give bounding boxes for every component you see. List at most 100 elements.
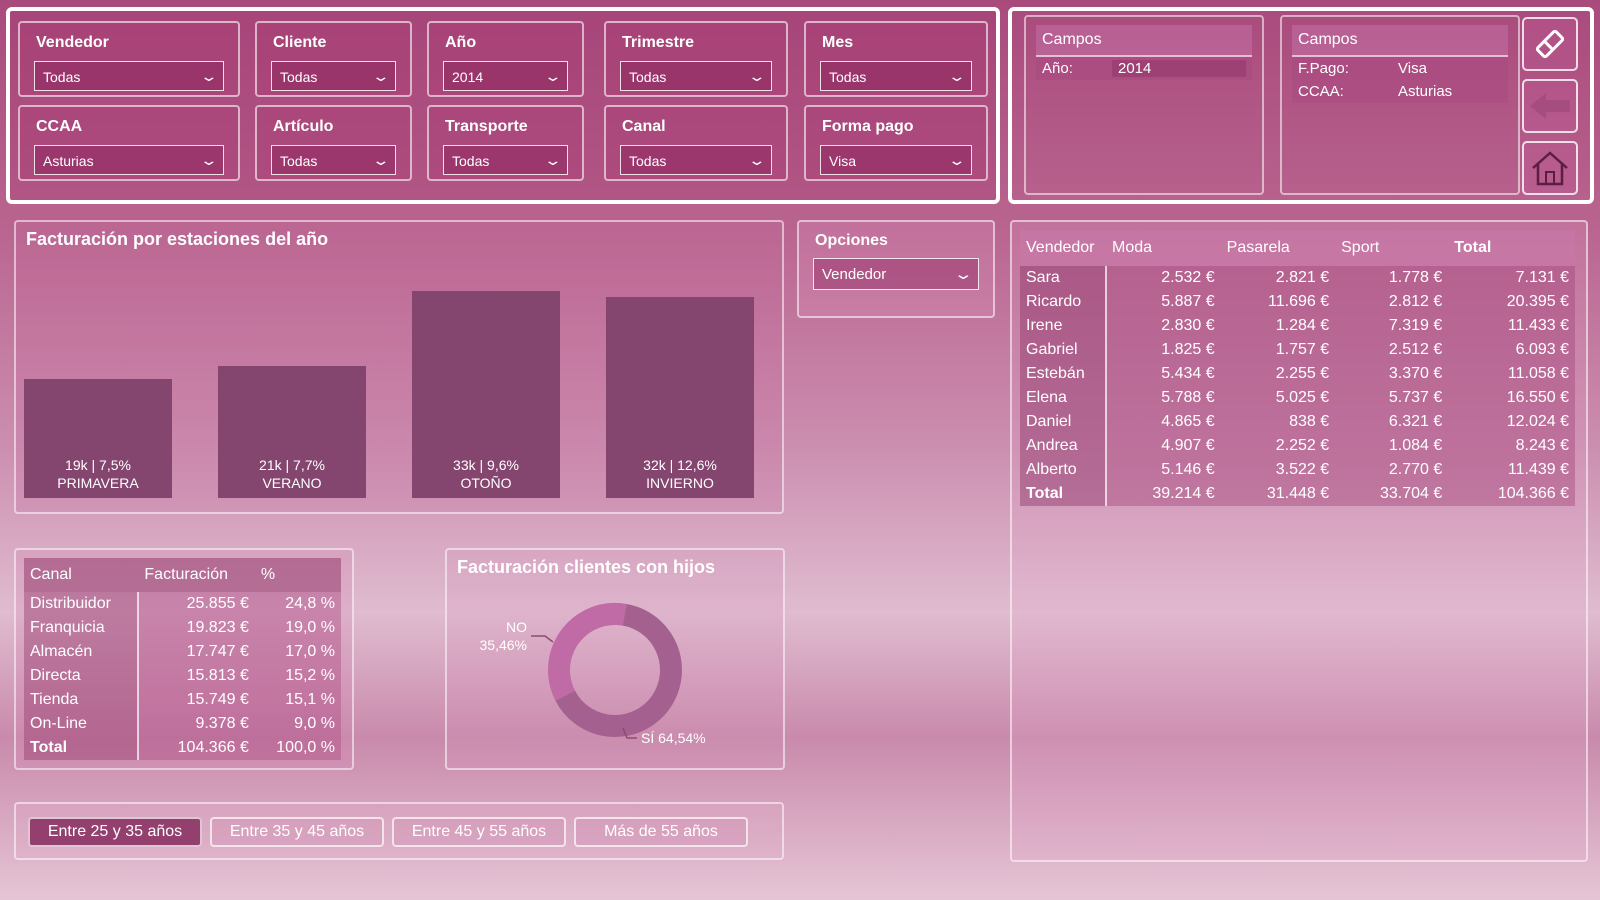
cell-value: 4.865 €: [1106, 410, 1221, 434]
slicer-label: Año: [445, 34, 477, 51]
total-row: Total 104.366 €100,0 %: [24, 736, 341, 760]
options-dropdown[interactable]: Vendedor ⌄: [813, 258, 979, 290]
vendor-name: Ricardo: [1020, 290, 1107, 314]
slicer-transporte: Transporte Todas ⌄: [427, 105, 584, 181]
forma-pago-dropdown[interactable]: Visa ⌄: [820, 145, 972, 175]
bar-category-label: PRIMAVERA: [57, 475, 139, 491]
chevron-down-icon: ⌄: [543, 68, 563, 84]
bar-data-label: 33k | 9,6%: [453, 457, 519, 473]
slicer-canal: Canal Todas ⌄: [604, 105, 788, 181]
bar-label: 33k | 9,6% OTOÑO: [412, 456, 560, 492]
column-header[interactable]: Total: [1448, 230, 1575, 266]
channel-name: Almacén: [24, 640, 140, 664]
campos-value: 2014: [1112, 60, 1246, 77]
mes-dropdown[interactable]: Todas ⌄: [820, 61, 972, 91]
slicer-vendedor: Vendedor Todas ⌄: [18, 21, 240, 97]
clear-filters-button[interactable]: [1522, 17, 1578, 71]
vendor-header-sort[interactable]: Vendedor: [1020, 230, 1106, 266]
age-button-55-plus[interactable]: Más de 55 años: [574, 817, 748, 847]
cell-value: 2.821 €: [1220, 266, 1336, 290]
vendor-name: Gabriel: [1020, 338, 1107, 362]
transporte-dropdown[interactable]: Todas ⌄: [443, 145, 568, 175]
cell-value: 1.084 €: [1335, 434, 1449, 458]
selected-fields-panel: Campos Año: 2014 Campos F.Pago: Visa CCA…: [1008, 7, 1594, 204]
ccaa-dropdown[interactable]: Asturias ⌄: [34, 145, 224, 175]
donut-label-si: SÍ 64,54%: [641, 730, 706, 746]
column-header[interactable]: Pasarela: [1220, 230, 1336, 266]
cell-value: 8.243 €: [1448, 434, 1575, 458]
dropdown-value: Vendedor: [822, 266, 887, 283]
slicer-label: Cliente: [273, 34, 327, 51]
campos-key: Año:: [1042, 60, 1073, 77]
home-icon: [1532, 151, 1568, 186]
chevron-down-icon: ⌄: [747, 68, 767, 84]
table-row: Ricardo 5.887 €11.696 €2.812 €20.395 €: [1020, 290, 1575, 314]
chart-title: Facturación por estaciones del año: [26, 229, 329, 249]
vendor-name: Alberto: [1020, 458, 1107, 482]
campos-card-date: Campos Año: 2014: [1024, 15, 1264, 195]
cell-value: 5.146 €: [1106, 458, 1221, 482]
cell-value: 838 €: [1220, 410, 1336, 434]
cliente-dropdown[interactable]: Todas ⌄: [271, 61, 396, 91]
cell-value: 19.823 €: [138, 616, 255, 640]
back-button[interactable]: [1522, 79, 1578, 133]
dropdown-value: Todas: [280, 69, 318, 85]
age-range-slicer: Entre 25 y 35 años Entre 35 y 45 años En…: [14, 802, 784, 860]
canal-dropdown[interactable]: Todas ⌄: [620, 145, 772, 175]
percent-header-sort[interactable]: %: [254, 558, 341, 592]
campos-title: Campos: [1292, 25, 1508, 57]
cell-value: 11.696 €: [1220, 290, 1336, 314]
cell-value: 7.131 €: [1448, 266, 1575, 290]
age-button-25-35[interactable]: Entre 25 y 35 años: [28, 817, 202, 847]
bar-data-label: 32k | 12,6%: [643, 457, 717, 473]
column-header[interactable]: Sport: [1335, 230, 1449, 266]
total-value: 31.448 €: [1220, 482, 1336, 506]
cell-value: 2.770 €: [1335, 458, 1449, 482]
slicer-ccaa: CCAA Asturias ⌄: [18, 105, 240, 181]
articulo-dropdown[interactable]: Todas ⌄: [271, 145, 396, 175]
bar-label: 19k | 7,5% PRIMAVERA: [24, 456, 172, 492]
column-header[interactable]: Canal: [24, 558, 139, 592]
eraser-icon: [1535, 29, 1565, 59]
slicer-label: Canal: [622, 118, 666, 135]
table-row: Andrea 4.907 €2.252 €1.084 €8.243 €: [1020, 434, 1575, 458]
campos-row: CCAA: Asturias: [1292, 80, 1508, 103]
dropdown-value: Todas: [629, 69, 667, 85]
cell-value: 3.522 €: [1220, 458, 1336, 482]
table-row: Directa 15.813 €15,2 %: [24, 664, 341, 688]
vendor-name: Elena: [1020, 386, 1107, 410]
ano-dropdown[interactable]: 2014 ⌄: [443, 61, 568, 91]
age-button-35-45[interactable]: Entre 35 y 45 años: [210, 817, 384, 847]
slicer-label: Mes: [822, 34, 854, 51]
label-leader-line: [531, 635, 554, 643]
cell-value: 2.532 €: [1106, 266, 1221, 290]
donut-label-no: NO: [506, 619, 527, 635]
cell-value: 17,0 %: [254, 640, 341, 664]
channel-table: Canal Facturación% Distribuidor 25.855 €24…: [24, 558, 342, 760]
campos-key: CCAA:: [1298, 83, 1344, 100]
table-row: Distribuidor 25.855 €24,8 %: [24, 592, 341, 616]
column-header[interactable]: Facturación: [138, 558, 255, 592]
slicer-ano: Año 2014 ⌄: [427, 21, 584, 97]
home-button[interactable]: [1522, 141, 1578, 195]
chevron-down-icon: ⌄: [947, 152, 967, 168]
total-row: Total 39.214 €31.448 €33.704 €104.366 €: [1020, 482, 1575, 506]
cell-value: 100,0 %: [254, 736, 341, 760]
options-label: Opciones: [815, 232, 888, 249]
trimestre-dropdown[interactable]: Todas ⌄: [620, 61, 772, 91]
cell-value: 9,0 %: [254, 712, 341, 736]
dropdown-value: Todas: [452, 153, 490, 169]
table-row: Almacén 17.747 €17,0 %: [24, 640, 341, 664]
bar-category-label: OTOÑO: [460, 475, 512, 491]
age-button-45-55[interactable]: Entre 45 y 55 años: [392, 817, 566, 847]
vendedor-dropdown[interactable]: Todas ⌄: [34, 61, 224, 91]
dropdown-value: Asturias: [43, 153, 94, 169]
total-value: 104.366 €: [1448, 482, 1575, 506]
column-header[interactable]: Moda: [1106, 230, 1221, 266]
season-chart-panel: Facturación por estaciones del año 19k |…: [14, 220, 784, 514]
cell-value: 3.370 €: [1335, 362, 1449, 386]
vendor-matrix-panel: Vendedor Moda Pasarela Sport Total Sara 2.532…: [1010, 220, 1588, 862]
slicer-label: CCAA: [36, 118, 83, 135]
cell-value: 5.737 €: [1335, 386, 1449, 410]
campos-row: Año: 2014: [1036, 57, 1252, 80]
